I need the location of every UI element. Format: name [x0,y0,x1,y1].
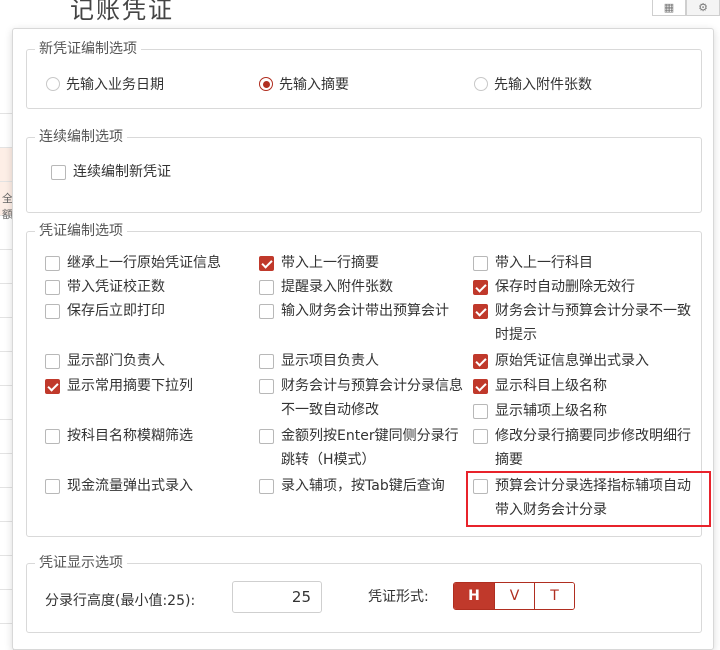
form-t-button[interactable]: T [534,583,574,609]
radio-label: 先输入摘要 [279,77,349,93]
checkbox[interactable] [259,354,274,369]
checkbox[interactable] [473,404,488,419]
option-aux-tab-query[interactable]: 录入辅项，按Tab键后查询 [259,474,469,498]
option-label: 显示辅项上级名称 [495,403,607,419]
checkbox[interactable] [45,379,60,394]
checkbox[interactable] [473,354,488,369]
option-auto-delete-invalid[interactable]: 保存时自动删除无效行 [473,275,701,299]
checkbox[interactable] [259,304,274,319]
editing-legend: 凭证编制选项 [35,222,127,240]
option-label: 保存时自动删除无效行 [495,279,635,295]
checkbox[interactable] [259,379,274,394]
option-common-summary-dropdown[interactable]: 显示常用摘要下拉列 [45,374,255,398]
option-enter-jump-h-mode[interactable]: 金额列按Enter键同侧分录行跳转（H模式） [259,424,469,472]
option-show-parent-account[interactable]: 显示科目上级名称 [473,374,701,398]
option-label: 录入辅项，按Tab键后查询 [281,478,445,494]
option-mismatch-auto-fix[interactable]: 财务会计与预算会计分录信息不一致自动修改 [259,374,469,422]
checkbox[interactable] [45,354,60,369]
option-mismatch-warning[interactable]: 财务会计与预算会计分录不一致时提示 [473,299,701,347]
option-label: 财务会计与预算会计分录信息不一致自动修改 [281,378,463,418]
option-label: 提醒录入附件张数 [281,279,393,295]
radio-summary-first[interactable]: 先输入摘要 [259,74,349,94]
option-label: 带入上一行摘要 [281,255,379,271]
row-height-input[interactable]: 25 [232,581,322,613]
radio-attachments-first[interactable]: 先输入附件张数 [474,74,592,94]
option-cashflow-popup[interactable]: 现金流量弹出式录入 [45,474,255,498]
option-show-project-head[interactable]: 显示项目负责人 [259,349,469,373]
option-show-dept-head[interactable]: 显示部门负责人 [45,349,255,373]
option-label: 输入财务会计带出预算会计 [281,303,449,319]
option-label: 显示科目上级名称 [495,378,607,394]
option-carry-correction[interactable]: 带入凭证校正数 [45,275,255,299]
form-h-button[interactable]: H [454,583,494,609]
option-label: 显示项目负责人 [281,353,379,369]
checkbox[interactable] [473,280,488,295]
option-label: 修改分录行摘要同步修改明细行摘要 [495,428,691,468]
form-v-button[interactable]: V [494,583,534,609]
radio-button[interactable] [46,77,60,91]
display-legend: 凭证显示选项 [35,554,127,572]
checkbox[interactable] [473,429,488,444]
voucher-form-label: 凭证形式: [368,589,429,605]
checkbox[interactable] [259,479,274,494]
checkbox[interactable] [45,479,60,494]
option-inherit-source[interactable]: 继承上一行原始凭证信息 [45,251,255,275]
option-label: 金额列按Enter键同侧分录行跳转（H模式） [281,428,459,468]
window-title: 记账凭证 [70,0,174,24]
checkbox[interactable] [259,280,274,295]
checkbox[interactable] [45,304,60,319]
checkbox[interactable] [259,429,274,444]
radio-button[interactable] [259,77,273,91]
new-voucher-legend: 新凭证编制选项 [35,40,141,58]
toolbar-icons: ▦ ⚙ [652,0,720,16]
voucher-form-toggle: H V T [453,582,575,610]
radio-date-first[interactable]: 先输入业务日期 [46,74,164,94]
radio-label: 先输入附件张数 [494,77,592,93]
option-source-popup-entry[interactable]: 原始凭证信息弹出式录入 [473,349,701,373]
settings-icon[interactable]: ⚙ [686,0,720,16]
option-label: 原始凭证信息弹出式录入 [495,353,649,369]
highlight-annotation [466,471,711,527]
option-carry-summary[interactable]: 带入上一行摘要 [259,251,469,275]
voucher-options-panel: 新凭证编制选项 先输入业务日期 先输入摘要 先输入附件张数 连续编制选项 连续编… [12,28,714,650]
checkbox[interactable] [473,379,488,394]
checkbox[interactable] [473,256,488,271]
checkbox[interactable] [45,429,60,444]
option-sync-detail-summary[interactable]: 修改分录行摘要同步修改明细行摘要 [473,424,693,472]
checkbox[interactable] [45,256,60,271]
option-show-parent-aux[interactable]: 显示辅项上级名称 [473,399,701,423]
option-label: 继承上一行原始凭证信息 [67,255,221,271]
option-label: 保存后立即打印 [67,303,165,319]
checkbox[interactable] [473,304,488,319]
checkbox[interactable] [51,165,66,180]
row-height-label: 分录行高度(最小值:25): [45,593,196,609]
checkbox[interactable] [45,280,60,295]
option-print-after-save[interactable]: 保存后立即打印 [45,299,255,323]
continuous-legend: 连续编制选项 [35,128,127,146]
option-label: 按科目名称模糊筛选 [67,428,193,444]
option-label: 现金流量弹出式录入 [67,478,193,494]
option-label: 显示常用摘要下拉列 [67,378,193,394]
option-label: 带入凭证校正数 [67,279,165,295]
option-finance-brings-budget[interactable]: 输入财务会计带出预算会计 [259,299,469,323]
option-label: 连续编制新凭证 [73,164,171,180]
checkbox[interactable] [259,256,274,271]
option-label: 带入上一行科目 [495,255,593,271]
option-remind-attachments[interactable]: 提醒录入附件张数 [259,275,469,299]
option-fuzzy-account-filter[interactable]: 按科目名称模糊筛选 [45,424,255,448]
option-carry-account[interactable]: 带入上一行科目 [473,251,701,275]
option-label: 显示部门负责人 [67,353,165,369]
option-label: 财务会计与预算会计分录不一致时提示 [495,303,691,343]
option-continuous-new[interactable]: 连续编制新凭证 [51,160,171,184]
print-icon[interactable]: ▦ [652,0,686,16]
radio-label: 先输入业务日期 [66,77,164,93]
radio-button[interactable] [474,77,488,91]
